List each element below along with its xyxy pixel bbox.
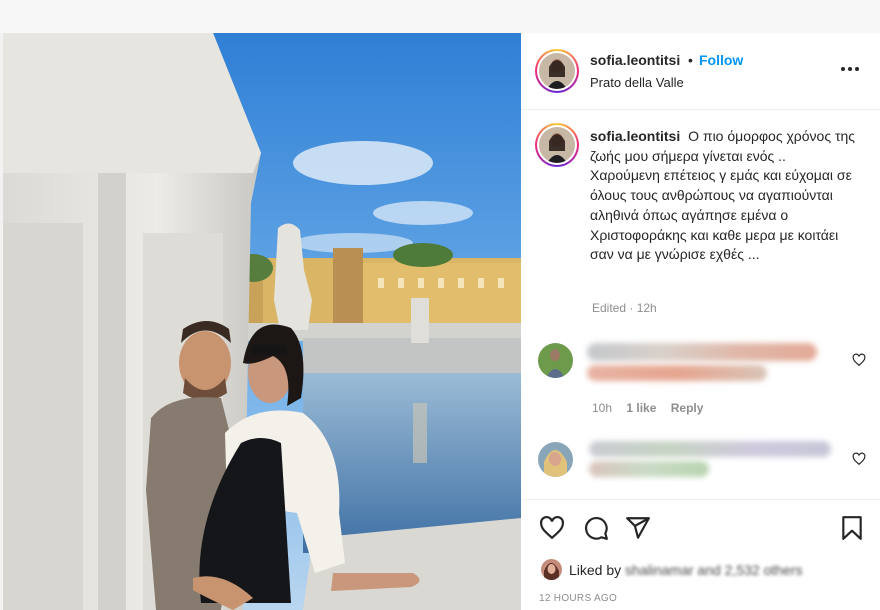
- caption-username[interactable]: sofia.leontitsi: [590, 128, 680, 144]
- more-options-icon[interactable]: [839, 59, 861, 79]
- author-username[interactable]: sofia.leontitsi: [590, 52, 680, 68]
- bookmark-icon[interactable]: [839, 515, 865, 541]
- author-avatar[interactable]: [535, 49, 579, 93]
- post-image: [3, 33, 521, 610]
- heart-icon[interactable]: [539, 515, 565, 541]
- liked-by-blurred-text[interactable]: shalinamar and 2,532 others: [625, 562, 802, 578]
- comment-likes[interactable]: 1 like: [626, 401, 656, 415]
- comment-reply-button[interactable]: Reply: [671, 401, 704, 415]
- separator-dot: •: [688, 52, 693, 68]
- comment-like-heart-icon[interactable]: [852, 353, 866, 367]
- post-photo[interactable]: [3, 33, 521, 610]
- blurred-comment-line: [587, 343, 817, 361]
- likes-summary: Liked by shalinamar and 2,532 others: [569, 562, 803, 578]
- post-timestamp[interactable]: 12 HOURS AGO: [539, 593, 617, 604]
- caption-text: Ο πιο όμορφος χρόνος της ζωής μου σήμερα…: [590, 128, 856, 263]
- comment-time: 10h: [592, 401, 613, 415]
- caption-edited-time: Edited · 12h: [592, 301, 657, 315]
- caption-text-block: sofia.leontitsi Ο πιο όμορφος χρόνος της…: [590, 127, 858, 265]
- post-actions: Liked by shalinamar and 2,532 others 12 …: [521, 499, 880, 610]
- follow-button[interactable]: Follow: [699, 52, 743, 68]
- paper-plane-icon[interactable]: [625, 515, 651, 541]
- comment-avatar[interactable]: [538, 343, 573, 378]
- blurred-comment-line: [589, 441, 831, 457]
- post-location[interactable]: Prato della Valle: [590, 75, 684, 90]
- blurred-comment-line: [589, 461, 709, 477]
- comment-icon[interactable]: [583, 515, 609, 541]
- browser-top-bar: [0, 0, 880, 33]
- comment-avatar[interactable]: [538, 442, 573, 477]
- comment-like-heart-icon[interactable]: [852, 452, 866, 466]
- post-side-panel: sofia.leontitsi • Follow Prato della Val…: [521, 33, 880, 610]
- caption-avatar[interactable]: [535, 123, 579, 167]
- likes-prefix: Liked by: [569, 562, 622, 578]
- comment-meta: 10h 1 like Reply: [592, 401, 714, 415]
- blurred-comment-line: [587, 365, 767, 381]
- post-header: sofia.leontitsi • Follow Prato della Val…: [521, 33, 880, 110]
- liker-avatar[interactable]: [541, 559, 562, 580]
